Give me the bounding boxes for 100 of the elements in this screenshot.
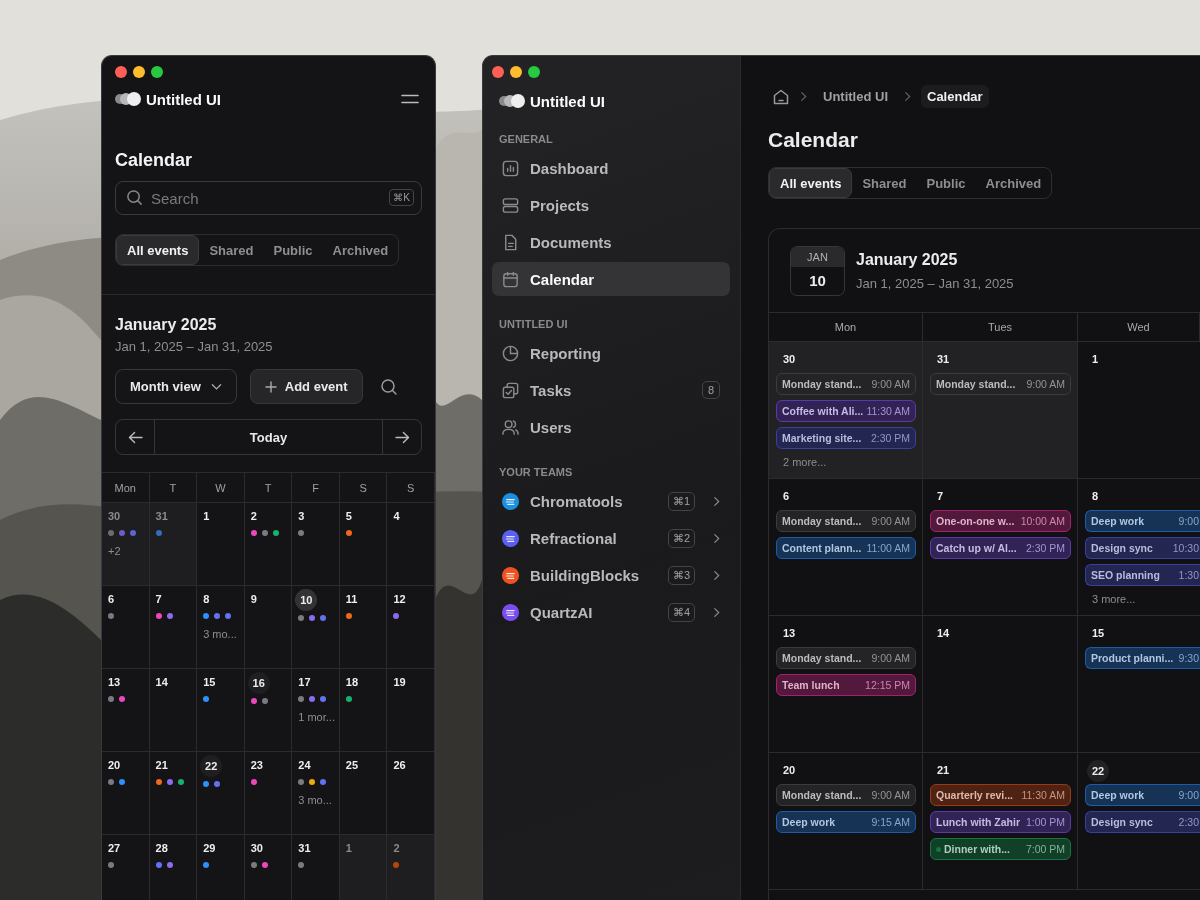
minimize-button[interactable] xyxy=(133,66,145,78)
sidebar-item[interactable]: Projects xyxy=(492,188,730,222)
day-cell[interactable]: 31 xyxy=(149,503,198,586)
day-cell[interactable]: 29 xyxy=(197,835,245,900)
day-cell[interactable]: 21 xyxy=(149,752,198,835)
day-cell[interactable]: 1 xyxy=(1078,342,1200,479)
event-chip[interactable]: Design sync 2:30 xyxy=(1085,811,1200,833)
sidebar-item[interactable]: Reporting xyxy=(492,336,730,370)
day-cell[interactable]: 11 xyxy=(339,586,388,669)
event-chip[interactable]: Dinner with... 7:00 PM xyxy=(930,838,1071,860)
day-cell[interactable]: 31 xyxy=(292,835,340,900)
filter-tab[interactable]: Shared xyxy=(852,168,917,198)
home-icon[interactable] xyxy=(772,87,790,106)
breadcrumb-link[interactable]: Calendar xyxy=(921,85,989,108)
sidebar-item[interactable]: Calendar xyxy=(492,262,730,296)
minimize-button[interactable] xyxy=(510,66,522,78)
sidebar-item[interactable]: QuartzAI ⌘4 xyxy=(492,595,730,629)
event-chip[interactable]: Deep work 9:15 AM xyxy=(776,811,916,833)
close-button[interactable] xyxy=(492,66,504,78)
filter-tab[interactable]: Public xyxy=(263,235,323,265)
event-chip[interactable]: SEO planning 1:30 xyxy=(1085,564,1200,586)
day-cell[interactable]: 1 xyxy=(197,503,245,586)
day-cell[interactable]: 20 Monday stand... 9:00 AM Deep work 9:15 AM xyxy=(769,753,923,890)
day-cell[interactable]: 24 3 mo... xyxy=(292,752,340,835)
day-cell[interactable]: 31 Monday stand... 9:00 AM xyxy=(923,342,1078,479)
event-chip[interactable]: Catch up w/ Al... 2:30 PM xyxy=(930,537,1071,559)
day-cell[interactable]: 4 xyxy=(387,503,435,586)
day-cell[interactable]: 13 xyxy=(102,669,150,752)
sidebar-item[interactable]: Tasks 8 xyxy=(492,373,730,407)
day-cell[interactable]: 23 xyxy=(244,752,293,835)
day-cell[interactable]: 28 xyxy=(149,835,198,900)
day-cell[interactable]: 10 xyxy=(292,586,340,669)
day-cell[interactable]: 2 xyxy=(244,503,293,586)
event-chip[interactable]: Design sync 10:30 xyxy=(1085,537,1200,559)
event-chip[interactable]: Deep work 9:00 xyxy=(1085,784,1200,806)
event-chip[interactable]: Lunch with Zahir 1:00 PM xyxy=(930,811,1071,833)
day-cell[interactable]: 17 1 mor... xyxy=(292,669,340,752)
sidebar-item[interactable]: Documents xyxy=(492,225,730,259)
more-events-link[interactable]: 1 mor... xyxy=(298,711,335,723)
day-cell[interactable]: 30 xyxy=(244,835,293,900)
event-chip[interactable]: Monday stand... 9:00 AM xyxy=(776,510,916,532)
event-chip[interactable]: Team lunch 12:15 PM xyxy=(776,674,916,696)
day-cell[interactable]: 14 xyxy=(923,616,1078,753)
day-cell[interactable]: 12 xyxy=(387,586,435,669)
filter-tab[interactable]: Archived xyxy=(975,168,1052,198)
breadcrumb-link[interactable]: Untitled UI xyxy=(817,85,894,108)
day-cell[interactable]: 6 xyxy=(102,586,150,669)
day-cell[interactable]: 6 Monday stand... 9:00 AM Content plann... 11:00 AM xyxy=(769,479,923,616)
day-cell[interactable]: 30 Monday stand... 9:00 AM Coffee with Ali... 11:30 AM Marketing site... 2:30 PM 2 more... xyxy=(769,342,923,479)
day-cell[interactable]: 15 Product planni... 9:30 xyxy=(1078,616,1200,753)
day-cell[interactable]: 5 xyxy=(339,503,388,586)
more-events-link[interactable]: +2 xyxy=(108,545,121,557)
sidebar-item[interactable]: Users xyxy=(492,410,730,444)
add-event-button[interactable]: Add event xyxy=(249,369,363,404)
day-cell[interactable]: 20 xyxy=(102,752,150,835)
view-dropdown[interactable]: Month view xyxy=(115,369,237,404)
maximize-button[interactable] xyxy=(528,66,540,78)
event-chip[interactable]: Deep work 9:00 xyxy=(1085,510,1200,532)
search-icon[interactable] xyxy=(379,377,398,396)
day-cell[interactable]: 13 Monday stand... 9:00 AM Team lunch 12:15 PM xyxy=(769,616,923,753)
more-events-link[interactable]: 3 mo... xyxy=(203,628,237,640)
maximize-button[interactable] xyxy=(151,66,163,78)
event-chip[interactable]: Product planni... 9:30 xyxy=(1085,647,1200,669)
event-chip[interactable]: Monday stand... 9:00 AM xyxy=(776,647,916,669)
day-cell[interactable]: 27 xyxy=(102,835,150,900)
day-cell[interactable]: 8 3 mo... xyxy=(197,586,245,669)
sidebar-item[interactable]: Chromatools ⌘1 xyxy=(492,484,730,518)
filter-tab[interactable]: All events xyxy=(116,235,200,265)
day-cell[interactable]: 16 xyxy=(244,669,293,752)
day-cell[interactable]: 1 xyxy=(339,835,388,900)
menu-icon[interactable] xyxy=(401,94,419,104)
event-chip[interactable]: Monday stand... 9:00 AM xyxy=(776,373,916,395)
event-chip[interactable]: Quarterly revi... 11:30 AM xyxy=(930,784,1071,806)
event-chip[interactable]: Coffee with Ali... 11:30 AM xyxy=(776,400,916,422)
more-events-link[interactable]: 2 more... xyxy=(776,456,916,468)
day-cell[interactable]: 2 xyxy=(387,835,435,900)
event-chip[interactable]: Marketing site... 2:30 PM xyxy=(776,427,916,449)
sidebar-item[interactable]: BuildingBlocks ⌘3 xyxy=(492,558,730,592)
day-cell[interactable]: 7 One-on-one w... 10:00 AM Catch up w/ Al... 2:30 PM xyxy=(923,479,1078,616)
filter-tab[interactable]: Shared xyxy=(199,235,264,265)
sidebar-item[interactable]: Refractional ⌘2 xyxy=(492,521,730,555)
event-chip[interactable]: One-on-one w... 10:00 AM xyxy=(930,510,1071,532)
event-chip[interactable]: Monday stand... 9:00 AM xyxy=(776,784,916,806)
day-cell[interactable]: 14 xyxy=(149,669,198,752)
day-cell[interactable]: 3 xyxy=(292,503,340,586)
day-cell[interactable]: 18 xyxy=(339,669,388,752)
event-chip[interactable]: Monday stand... 9:00 AM xyxy=(930,373,1071,395)
day-cell[interactable]: 30 +2 xyxy=(102,503,150,586)
day-cell[interactable]: 22 xyxy=(197,752,245,835)
day-cell[interactable]: 22 Deep work 9:00 Design sync 2:30 xyxy=(1078,753,1200,890)
filter-tab[interactable]: All events xyxy=(769,168,853,198)
close-button[interactable] xyxy=(115,66,127,78)
day-cell[interactable]: 21 Quarterly revi... 11:30 AM Lunch with Zahir 1:00 PM Dinner with... 7:00 PM xyxy=(923,753,1078,890)
day-cell[interactable]: 8 Deep work 9:00 Design sync 10:30 SEO planning 1:30 3 more... xyxy=(1078,479,1200,616)
event-chip[interactable]: Content plann... 11:00 AM xyxy=(776,537,916,559)
sidebar-item[interactable]: Dashboard xyxy=(492,151,730,185)
more-events-link[interactable]: 3 more... xyxy=(1085,593,1200,605)
day-cell[interactable]: 9 xyxy=(244,586,293,669)
day-cell[interactable]: 15 xyxy=(197,669,245,752)
filter-tab[interactable]: Archived xyxy=(322,235,399,265)
